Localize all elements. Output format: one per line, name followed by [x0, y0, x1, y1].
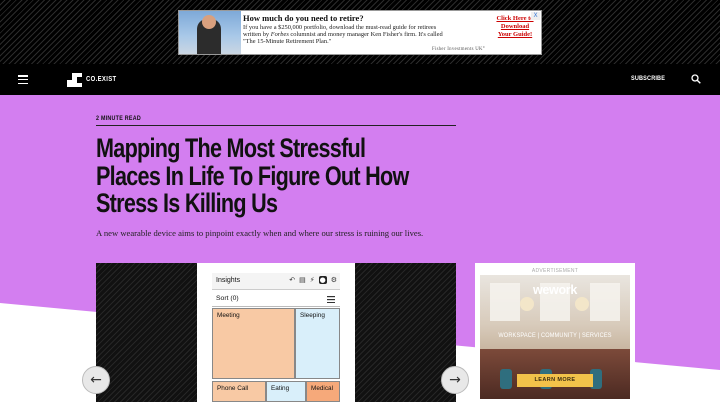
ad-headline: How much do you need to retire?: [243, 13, 364, 23]
ad-body-text: If you have a $250,000 portfolio, downlo…: [243, 24, 443, 46]
tile-meeting: Meeting: [212, 308, 295, 379]
ad-label: ADVERTISEMENT: [531, 268, 579, 274]
bolt-icon: ⚡: [309, 276, 315, 284]
wework-tagline: WORKSPACE | COMMUNITY | SERVICES: [498, 332, 612, 339]
search-icon[interactable]: [691, 74, 701, 84]
app-title: Insights: [216, 277, 241, 284]
article-dek: A new wearable device aims to pinpoint e…: [96, 228, 424, 238]
article-hero: 2 MINUTE READ Mapping The Most Stressful…: [0, 95, 720, 402]
gear-icon: ⚙: [330, 276, 337, 284]
calendar-icon: ▤: [299, 276, 306, 284]
sidebar-ad-container: ADVERTISEMENT wework WORKSPACE | COMMUNI…: [475, 263, 635, 402]
location-pin-icon: ●: [318, 276, 327, 284]
wework-ad[interactable]: wework WORKSPACE | COMMUNITY | SERVICES …: [480, 275, 630, 399]
list-icon: [327, 296, 335, 303]
arrow-left-icon: ←: [90, 372, 102, 388]
read-time: 2 MINUTE READ: [96, 115, 141, 122]
undo-icon: ↶: [289, 276, 296, 284]
learn-more-button[interactable]: LEARN MORE: [517, 374, 593, 387]
tile-sleeping: Sleeping: [295, 308, 340, 379]
slideshow-next-button[interactable]: →: [441, 366, 469, 394]
site-logo[interactable]: CO.EXIST: [67, 72, 122, 87]
divider: [96, 125, 456, 126]
top-ad-band: How much do you need to retire? If you h…: [0, 0, 720, 64]
tile-eating: Eating: [266, 381, 306, 402]
wework-logo: wework: [532, 283, 578, 297]
tile-phone-call: Phone Call: [212, 381, 266, 402]
ad-close-icon[interactable]: X: [531, 12, 540, 20]
logo-text: CO.EXIST: [86, 76, 117, 83]
ad-photo: [179, 11, 241, 54]
sort-label: Sort (0): [216, 295, 239, 302]
app-toolbar-icons: ↶ ▤ ⚡ ● ⚙: [289, 276, 337, 284]
retirement-ad-banner[interactable]: How much do you need to retire? If you h…: [178, 10, 542, 55]
ad-download-link[interactable]: Click Here to Download Your Guide!: [495, 15, 535, 39]
tile-medical: Medical: [306, 381, 340, 402]
app-screenshot: Insights ↶ ▤ ⚡ ● ⚙ Sort (0) Meeting Slee…: [197, 263, 355, 402]
top-nav: CO.EXIST SUBSCRIBE: [0, 64, 720, 95]
app-toolbar: Insights ↶ ▤ ⚡ ● ⚙: [212, 273, 340, 290]
subscribe-link[interactable]: SUBSCRIBE: [631, 75, 665, 82]
hamburger-menu-icon[interactable]: [18, 75, 28, 85]
article-headline: Mapping The Most Stressful Places In Lif…: [96, 133, 409, 218]
image-slideshow: Insights ↶ ▤ ⚡ ● ⚙ Sort (0) Meeting Slee…: [96, 263, 456, 402]
slideshow-prev-button[interactable]: ←: [82, 366, 110, 394]
logo-mark-icon: [67, 72, 82, 87]
ad-sponsor: Fisher Investments UK°: [431, 47, 485, 52]
sort-bar: Sort (0): [212, 292, 340, 307]
arrow-right-icon: →: [449, 372, 461, 388]
